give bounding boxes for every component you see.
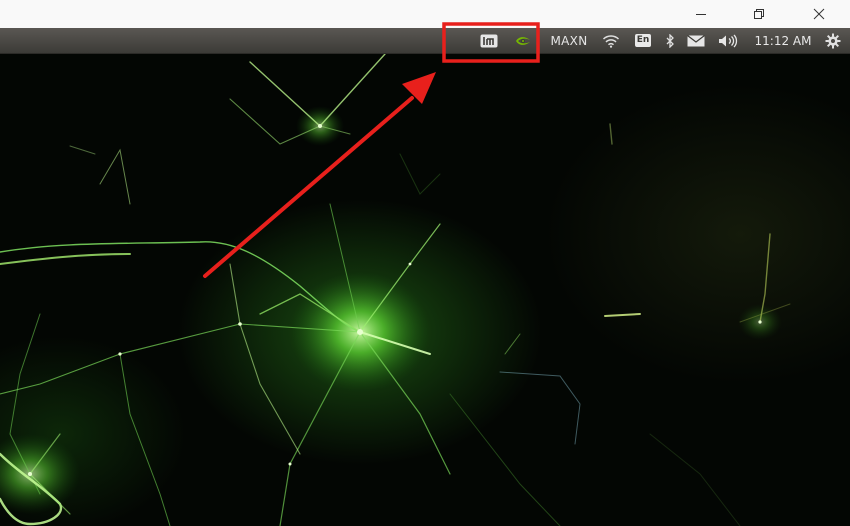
volume-icon — [719, 34, 738, 47]
clock[interactable]: 11:12 AM — [750, 28, 816, 53]
system-menu-indicator[interactable] — [822, 28, 844, 53]
window-title-bar — [0, 0, 850, 28]
messaging-indicator[interactable] — [684, 28, 708, 53]
nvidia-icon — [516, 36, 530, 45]
jtop-icon — [480, 34, 498, 47]
bluetooth-indicator[interactable] — [662, 28, 678, 53]
bluetooth-icon — [666, 33, 674, 48]
restore-button[interactable] — [736, 0, 782, 28]
screenshot-root: MAXN En 11:12 AM — [0, 0, 850, 526]
volume-indicator[interactable] — [716, 28, 740, 53]
keyboard-layout-indicator[interactable]: En — [632, 28, 654, 53]
minimize-button[interactable] — [678, 0, 724, 28]
restore-icon — [754, 9, 764, 19]
nvidia-indicator[interactable] — [512, 28, 534, 53]
wifi-icon — [602, 34, 620, 48]
mail-icon — [687, 34, 705, 46]
minimize-icon — [696, 14, 706, 15]
power-mode-indicator[interactable]: MAXN — [546, 28, 592, 53]
close-button[interactable] — [796, 0, 842, 28]
top-panel: MAXN En 11:12 AM — [0, 28, 850, 54]
wifi-indicator[interactable] — [600, 28, 622, 53]
gear-icon — [825, 33, 841, 48]
desktop-wallpaper — [0, 54, 850, 526]
wallpaper-neural-network — [0, 54, 791, 526]
keyboard-layout-label: En — [634, 34, 652, 47]
jtop-indicator[interactable] — [478, 28, 500, 53]
close-icon — [813, 8, 825, 20]
